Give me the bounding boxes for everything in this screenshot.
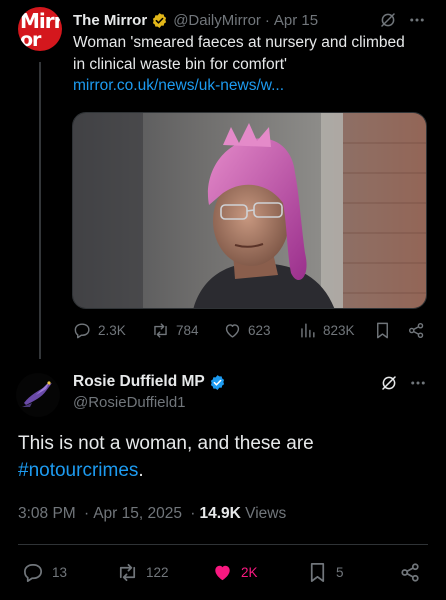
share-button[interactable] [407, 321, 432, 340]
tweet-text-end: . [138, 460, 144, 481]
share-icon [401, 563, 419, 582]
avatar-logo-line2: or [20, 29, 41, 51]
bookmark-icon [377, 322, 388, 339]
more-icon[interactable] [408, 11, 426, 29]
separator-dot: · [84, 505, 90, 522]
grok-icon[interactable] [380, 374, 398, 392]
bookmark-button[interactable] [373, 321, 398, 340]
like-count: 2K [241, 565, 258, 580]
share-icon [408, 322, 424, 339]
main-tweet-actions: 13 122 2K 5 [18, 561, 428, 585]
quoted-display-name[interactable]: The Mirror [73, 12, 147, 29]
reply-count: 13 [52, 565, 68, 580]
views-label: Views [245, 505, 287, 522]
tweet-metadata: 3:08 PM · Apr 15, 2025 · 14.9K Views [18, 505, 286, 523]
like-count: 623 [248, 323, 271, 338]
repost-count: 122 [146, 565, 169, 580]
main-tweet-text: This is not a woman, and these are #noto… [18, 430, 428, 484]
article-link[interactable]: mirror.co.uk/news/uk-news/w... [73, 77, 284, 95]
like-icon [225, 324, 240, 338]
more-icon[interactable] [409, 374, 427, 392]
repost-icon [119, 563, 136, 582]
separator-dot: · [264, 11, 270, 29]
reply-icon [74, 323, 90, 339]
quoted-date[interactable]: Apr 15 [274, 12, 318, 29]
main-tweet-author: Rosie Duffield MP [73, 372, 231, 392]
share-button[interactable] [399, 561, 429, 584]
tweet-date[interactable]: Apr 15, 2025 [93, 505, 182, 522]
repost-button[interactable]: 784 [151, 321, 199, 340]
reply-button[interactable]: 13 [22, 561, 67, 584]
view-count[interactable]: 14.9K [199, 505, 240, 522]
reply-button[interactable]: 2.3K [73, 321, 126, 340]
tweet-time[interactable]: 3:08 PM [18, 505, 76, 522]
tweet-text-body: This is not a woman, and these are [18, 433, 314, 454]
quoted-tweet-actions: 2.3K 784 623 823K [73, 321, 428, 343]
divider [18, 544, 428, 545]
quoted-tweet-header: The Mirror @DailyMirror · Apr 15 [73, 9, 318, 31]
photo-of-person-with-pink-hair [73, 113, 426, 308]
like-button[interactable]: 623 [223, 321, 271, 340]
bookmark-icon [310, 563, 325, 582]
views-count: 823K [323, 323, 355, 338]
reply-count: 2.3K [98, 323, 126, 338]
main-handle[interactable]: @RosieDuffield1 [73, 394, 186, 411]
avatar-bird-image [16, 373, 60, 417]
verified-badge-icon [153, 12, 167, 28]
bookmark-button[interactable]: 5 [306, 561, 344, 584]
main-display-name[interactable]: Rosie Duffield MP [73, 373, 205, 391]
like-icon-filled [215, 565, 230, 581]
rosie-avatar[interactable] [16, 373, 60, 417]
reply-icon [24, 563, 43, 582]
quoted-handle[interactable]: @DailyMirror [173, 12, 261, 29]
like-button[interactable]: 2K [211, 561, 258, 584]
bookmark-count: 5 [336, 565, 344, 580]
hashtag-link[interactable]: #notourcrimes [18, 460, 138, 481]
repost-icon [154, 323, 167, 338]
grok-icon[interactable] [379, 11, 397, 29]
repost-count: 784 [176, 323, 199, 338]
views-button[interactable]: 823K [298, 321, 355, 340]
quoted-tweet-text: Woman 'smeared faeces at nursery and cli… [73, 34, 405, 73]
separator-dot: · [190, 505, 196, 522]
repost-button[interactable]: 122 [116, 561, 169, 584]
views-icon [301, 323, 315, 338]
tweet-photo[interactable] [72, 112, 427, 309]
mirror-avatar[interactable]: Mirr or [18, 7, 62, 51]
thread-connector [39, 62, 41, 359]
verified-badge-icon [210, 374, 224, 390]
